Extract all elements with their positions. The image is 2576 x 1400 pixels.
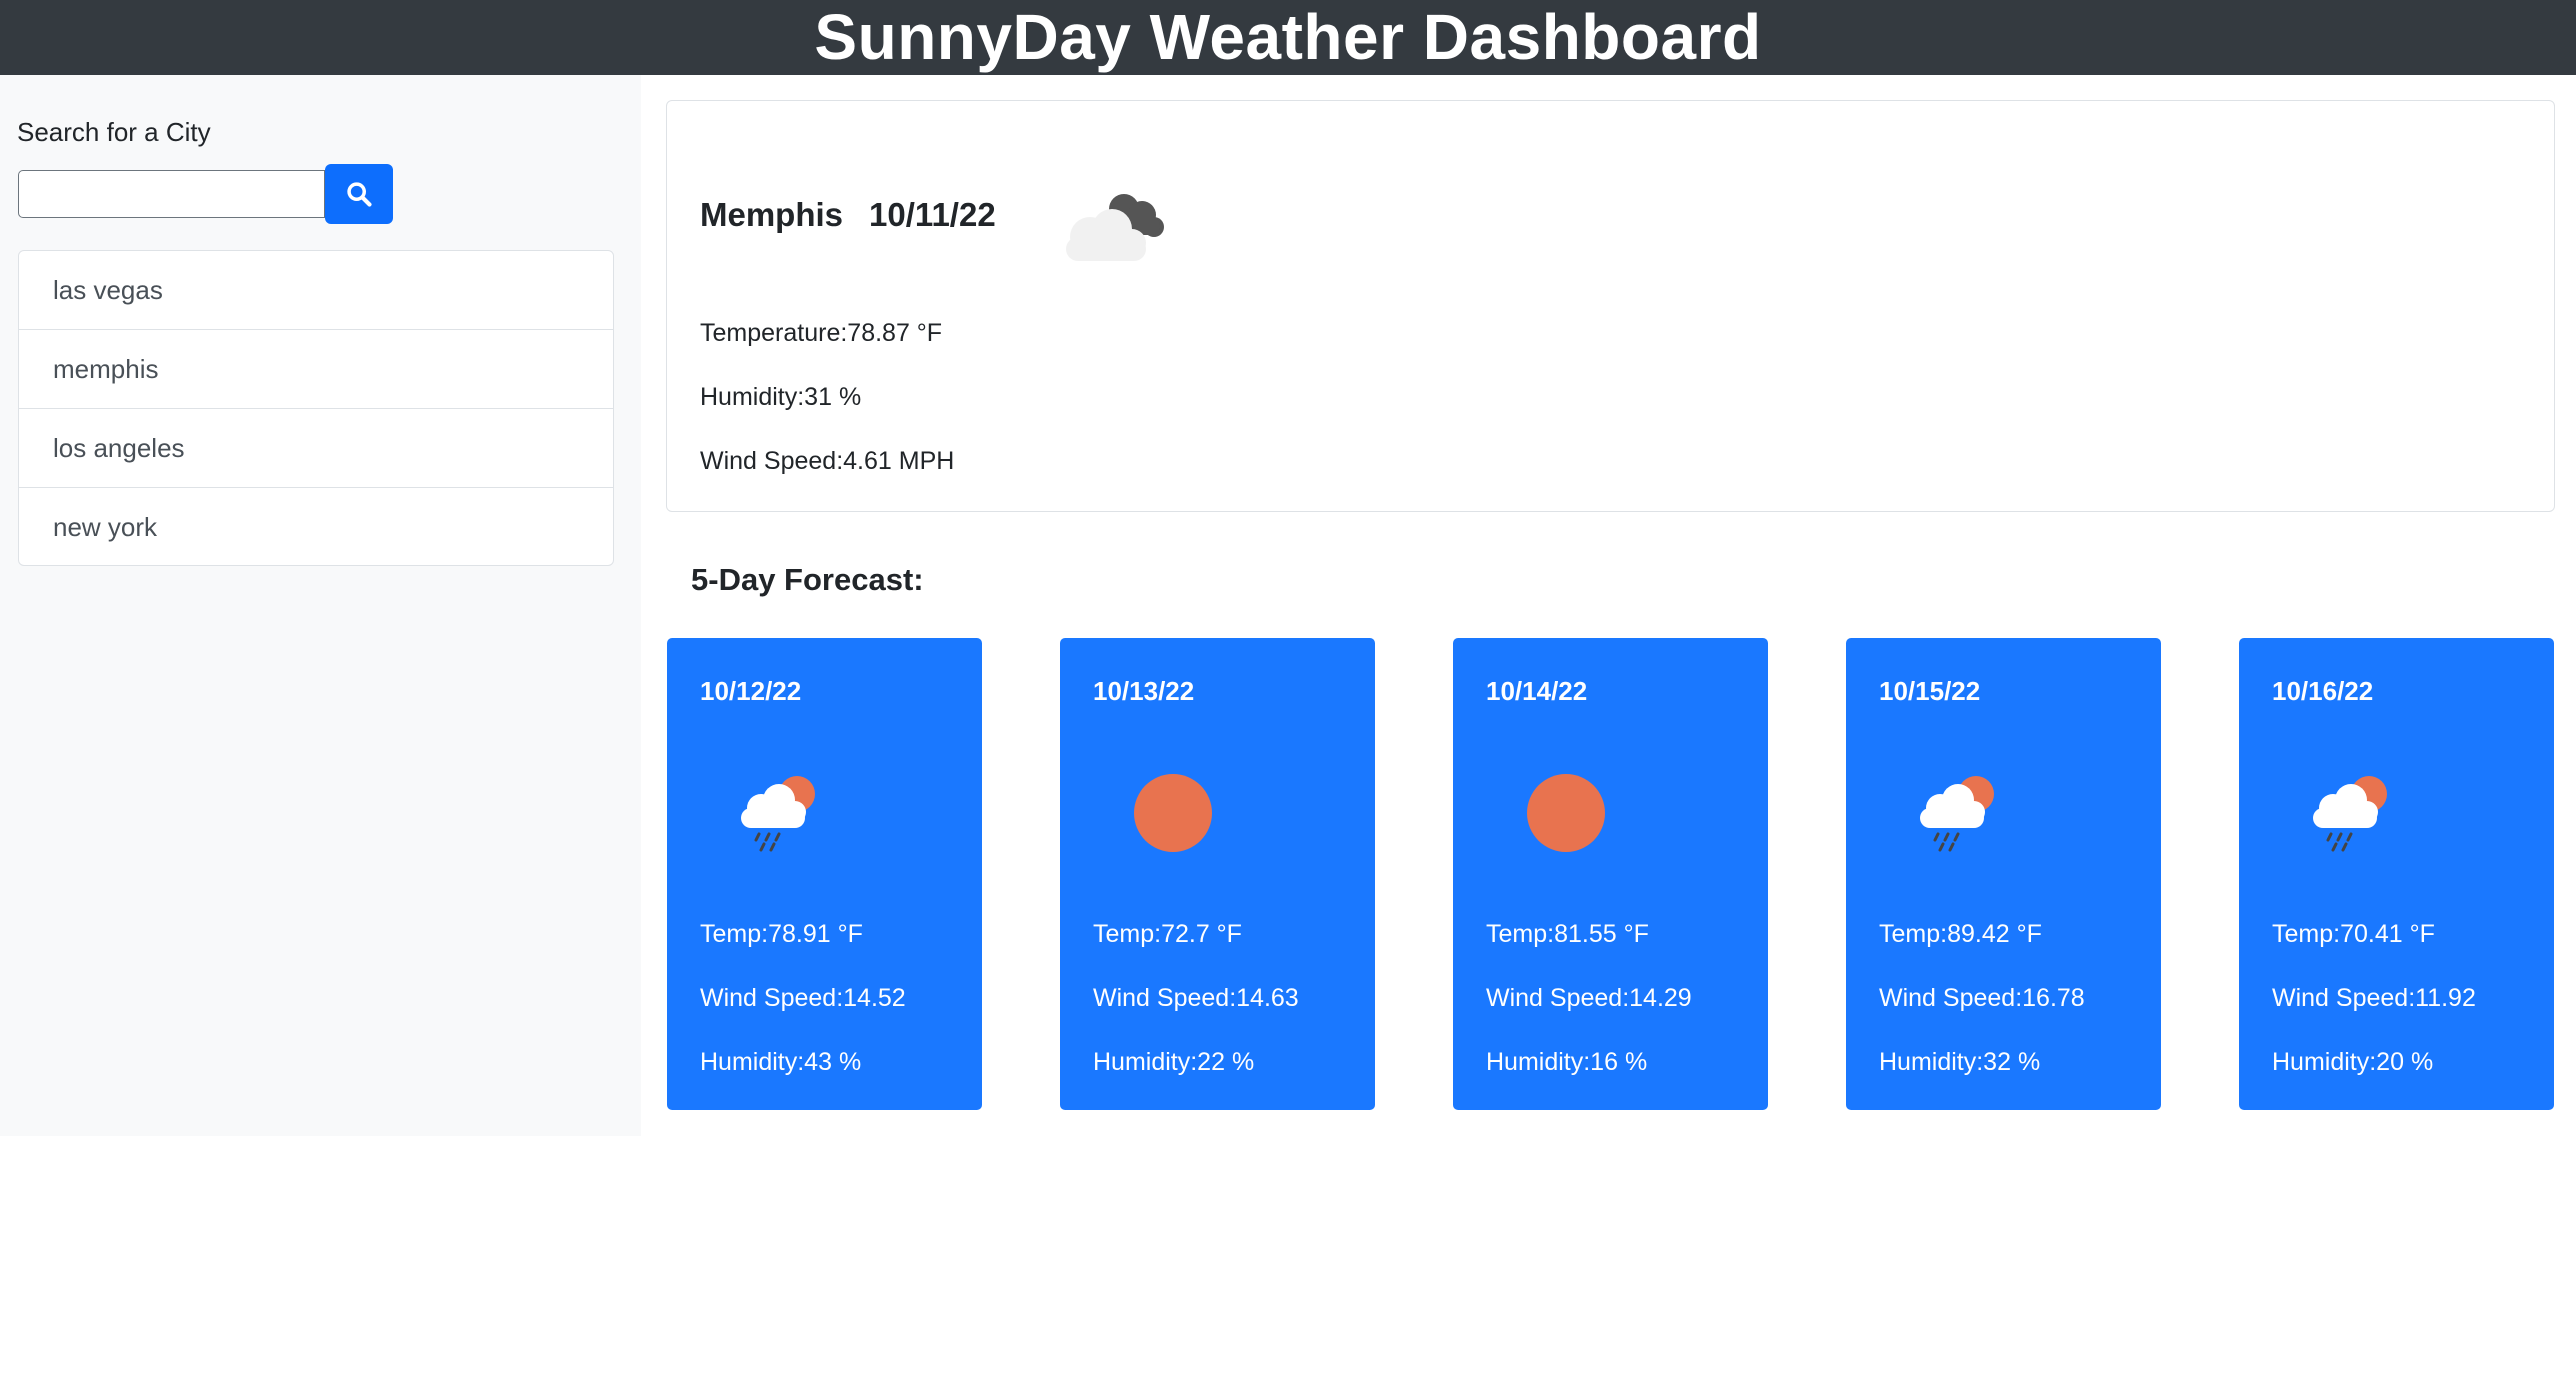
current-weather-title: Memphis 10/11/22: [700, 196, 996, 234]
forecast-card: 10/13/22 Temp:72.7 °F Wind Speed:14.63 H…: [1060, 638, 1375, 1110]
search-button[interactable]: [325, 164, 393, 224]
forecast-humidity: Humidity:43 %: [700, 1048, 862, 1076]
forecast-date: 10/12/22: [700, 676, 802, 706]
city-search-input[interactable]: [18, 170, 325, 218]
rain-sun-icon: [2313, 776, 2387, 852]
current-wind-speed: Wind Speed:4.61 MPH: [700, 447, 955, 475]
forecast-heading: 5-Day Forecast:: [691, 562, 924, 597]
forecast-card: 10/12/22 Temp:78.91 °F Wind Speed:14.52 …: [667, 638, 982, 1110]
forecast-wind: Wind Speed:14.63: [1093, 984, 1299, 1012]
forecast-card: 10/14/22 Temp:81.55 °F Wind Speed:14.29 …: [1453, 638, 1768, 1110]
cloudy-icon: [1066, 194, 1164, 261]
forecast-card: 10/15/22 Temp:89.42 °F Wind Speed:16.78 …: [1846, 638, 2161, 1110]
current-city: Memphis: [700, 196, 844, 233]
history-item[interactable]: los angeles: [19, 409, 613, 488]
current-date: 10/11/22: [869, 196, 996, 233]
forecast-humidity: Humidity:22 %: [1093, 1048, 1255, 1076]
rain-sun-icon: [741, 776, 815, 852]
forecast-card: 10/16/22 Temp:70.41 °F Wind Speed:11.92 …: [2239, 638, 2554, 1110]
forecast-wind: Wind Speed:14.52: [700, 984, 906, 1012]
forecast-temp: Temp:70.41 °F: [2272, 920, 2435, 948]
forecast-wind: Wind Speed:14.29: [1486, 984, 1692, 1012]
app-header: SunnyDay Weather Dashboard: [0, 0, 2576, 75]
forecast-wind: Wind Speed:16.78: [1879, 984, 2085, 1012]
forecast-date: 10/13/22: [1093, 676, 1195, 706]
forecast-humidity: Humidity:20 %: [2272, 1048, 2434, 1076]
search-history-list: las vegas memphis los angeles new york: [18, 250, 614, 566]
forecast-humidity: Humidity:16 %: [1486, 1048, 1648, 1076]
forecast-date: 10/16/22: [2272, 676, 2374, 706]
forecast-temp: Temp:81.55 °F: [1486, 920, 1649, 948]
page-title: SunnyDay Weather Dashboard: [814, 1, 1762, 73]
forecast-temp: Temp:72.7 °F: [1093, 920, 1242, 948]
forecast-wind: Wind Speed:11.92: [2272, 984, 2476, 1012]
history-item[interactable]: las vegas: [19, 251, 613, 330]
forecast-date: 10/15/22: [1879, 676, 1981, 706]
sun-icon: [1134, 774, 1212, 852]
forecast-temp: Temp:78.91 °F: [700, 920, 863, 948]
current-humidity: Humidity:31 %: [700, 383, 862, 411]
search-icon: [347, 182, 372, 207]
history-item[interactable]: new york: [19, 488, 613, 565]
current-weather-card: Memphis 10/11/22 Temperature:78.87 °F Hu…: [666, 100, 2555, 512]
rain-sun-icon: [1920, 776, 1994, 852]
history-item[interactable]: memphis: [19, 330, 613, 409]
forecast-date: 10/14/22: [1486, 676, 1588, 706]
sidebar: Search for a City las vegas memphis los …: [0, 75, 641, 1136]
forecast-humidity: Humidity:32 %: [1879, 1048, 2041, 1076]
search-label: Search for a City: [17, 117, 211, 147]
forecast-temp: Temp:89.42 °F: [1879, 920, 2042, 948]
current-temperature: Temperature:78.87 °F: [700, 319, 943, 347]
sun-icon: [1527, 774, 1605, 852]
